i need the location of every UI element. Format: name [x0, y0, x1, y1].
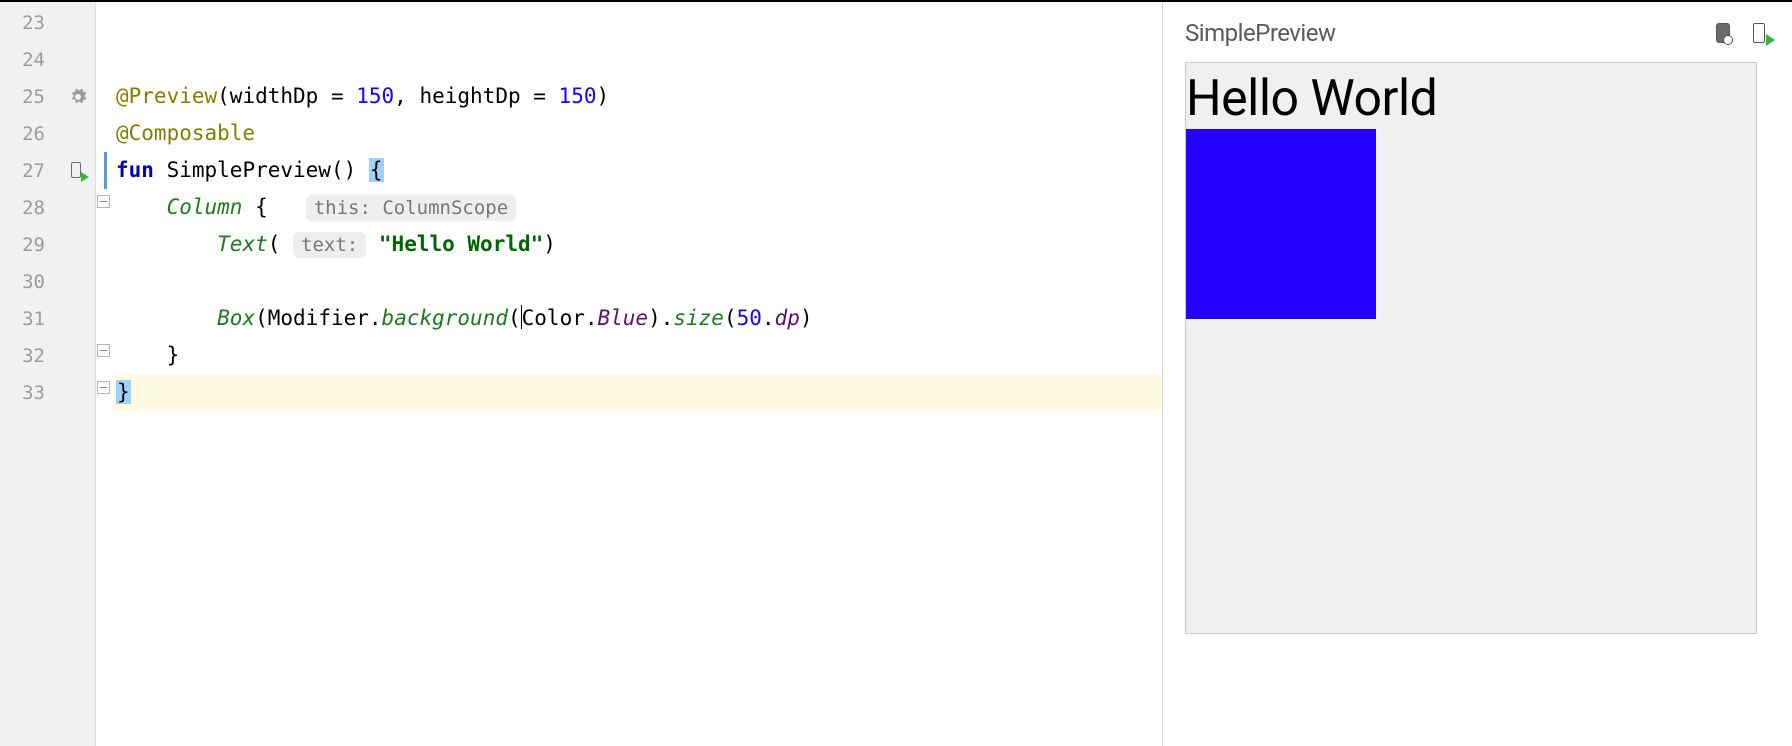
preview-text: Hello World: [1186, 63, 1437, 129]
code-editor[interactable]: 23 24 25 26 27 28 29 30 31 32 33: [0, 2, 1162, 746]
fold-toggle-icon[interactable]: [97, 381, 110, 394]
line-number[interactable]: 33: [0, 374, 95, 411]
preview-box: [1186, 129, 1376, 319]
gutter: 23 24 25 26 27 28 29 30 31 32 33: [0, 2, 96, 746]
inline-hint: this: ColumnScope: [306, 195, 516, 221]
line-number[interactable]: 28: [0, 189, 95, 226]
line-number[interactable]: 32: [0, 337, 95, 374]
preview-surface[interactable]: Hello World: [1185, 62, 1757, 634]
line-number[interactable]: 27: [0, 152, 95, 189]
preview-title: SimplePreview: [1185, 19, 1712, 47]
code-area[interactable]: @Preview(widthDp = 150, heightDp = 150) …: [114, 2, 1162, 746]
line-number[interactable]: 31: [0, 300, 95, 337]
line-number[interactable]: 30: [0, 263, 95, 300]
line-number[interactable]: 29: [0, 226, 95, 263]
fold-toggle-icon[interactable]: [97, 344, 110, 357]
preview-pane: SimplePreview Hello World: [1162, 2, 1792, 746]
run-preview-icon[interactable]: [69, 162, 87, 180]
line-number[interactable]: 26: [0, 115, 95, 152]
fold-toggle-icon[interactable]: [97, 195, 110, 208]
interactive-preview-icon[interactable]: [1712, 22, 1734, 44]
ide-root: 23 24 25 26 27 28 29 30 31 32 33: [0, 0, 1792, 746]
inline-hint: text:: [293, 232, 366, 258]
deploy-preview-icon[interactable]: [1748, 22, 1770, 44]
line-number[interactable]: 23: [0, 4, 95, 41]
fold-strip: [96, 2, 114, 746]
preview-header: SimplePreview: [1185, 16, 1770, 50]
line-number[interactable]: 25: [0, 78, 95, 115]
gear-icon[interactable]: [69, 88, 87, 106]
line-number[interactable]: 24: [0, 41, 95, 78]
